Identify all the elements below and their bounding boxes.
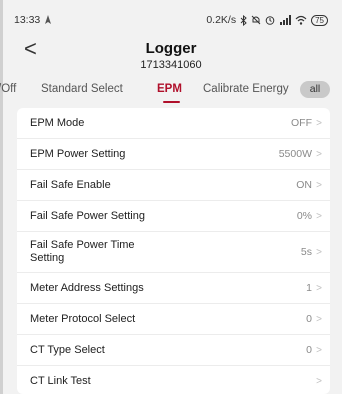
tab-epm[interactable]: EPM [157, 83, 182, 95]
chevron-right-icon: > [316, 148, 322, 160]
chevron-right-icon: > [316, 210, 322, 222]
setting-value: ON [296, 179, 312, 191]
status-left: 13:33 [14, 14, 52, 26]
settings-list: EPM Mode OFF > EPM Power Setting 5500W >… [17, 108, 330, 394]
page-title: Logger [145, 40, 197, 57]
all-tabs-button[interactable]: all [300, 81, 330, 98]
location-icon [44, 14, 52, 26]
tab-calibrate-energy[interactable]: Calibrate Energy [203, 83, 289, 95]
setting-label: EPM Mode [30, 116, 85, 129]
alarm-icon [265, 14, 275, 26]
wifi-icon [295, 14, 307, 26]
chevron-right-icon: > [316, 344, 322, 356]
phone-screen: 13:33 0.2K/s 75 < Logger 1713341060 Off … [0, 0, 342, 394]
setting-epm-mode[interactable]: EPM Mode OFF > [17, 108, 330, 139]
setting-meter-address[interactable]: Meter Address Settings 1 > [17, 273, 330, 304]
setting-meter-protocol[interactable]: Meter Protocol Select 0 > [17, 304, 330, 335]
chevron-right-icon: > [316, 246, 322, 258]
setting-value: 0 [306, 313, 312, 325]
status-time: 13:33 [14, 14, 41, 26]
bluetooth-icon [240, 14, 247, 26]
status-bar: 13:33 0.2K/s 75 [14, 12, 328, 28]
battery-icon: 75 [311, 14, 328, 26]
setting-value: 0% [296, 210, 312, 222]
tab-on-off[interactable]: /Off [0, 83, 16, 95]
setting-label: Meter Address Settings [30, 281, 144, 294]
chevron-right-icon: > [316, 179, 322, 191]
setting-label: CT Type Select [30, 343, 105, 356]
setting-epm-power[interactable]: EPM Power Setting 5500W > [17, 139, 330, 170]
chevron-right-icon: > [316, 282, 322, 294]
setting-label: Fail Safe Power Time Setting [30, 239, 135, 264]
setting-fail-safe-power[interactable]: Fail Safe Power Setting 0% > [17, 201, 330, 232]
setting-value: OFF [291, 117, 312, 129]
network-speed: 0.2K/s [206, 14, 237, 26]
setting-value: 5s [300, 246, 312, 258]
setting-ct-link-test[interactable]: CT Link Test > [17, 366, 330, 394]
setting-label: CT Link Test [30, 374, 91, 387]
setting-label: Fail Safe Enable [30, 178, 111, 191]
tab-standard-select[interactable]: Standard Select [41, 83, 123, 95]
tab-bar: /Off Standard Select EPM Calibrate Energ… [0, 80, 342, 104]
active-tab-indicator [163, 101, 180, 103]
signal-icon [279, 14, 292, 26]
setting-value: 1 [306, 282, 312, 294]
setting-label: EPM Power Setting [30, 147, 126, 160]
setting-label: Meter Protocol Select [30, 312, 136, 325]
setting-label: Fail Safe Power Setting [30, 209, 145, 222]
mute-icon [251, 14, 261, 26]
setting-value: 0 [306, 344, 312, 356]
status-right: 0.2K/s 75 [206, 14, 328, 26]
logger-serial: 1713341060 [140, 59, 202, 71]
chevron-right-icon: > [316, 375, 322, 387]
setting-ct-type[interactable]: CT Type Select 0 > [17, 335, 330, 366]
setting-fail-safe-enable[interactable]: Fail Safe Enable ON > [17, 170, 330, 201]
chevron-right-icon: > [316, 313, 322, 325]
header: < Logger 1713341060 [0, 32, 342, 76]
chevron-right-icon: > [316, 117, 322, 129]
setting-fail-safe-time[interactable]: Fail Safe Power Time Setting 5s > [17, 232, 330, 273]
setting-value: 5500W [278, 148, 312, 160]
